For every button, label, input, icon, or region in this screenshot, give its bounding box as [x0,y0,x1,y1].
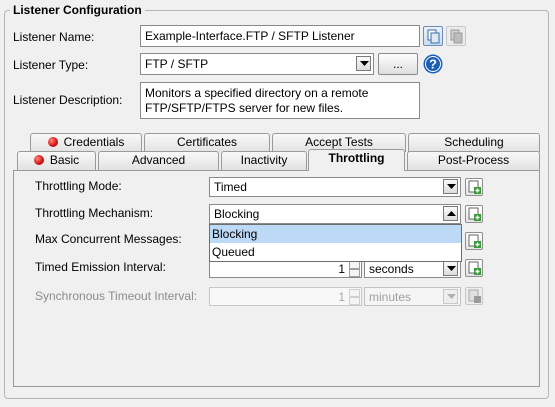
tab-advanced[interactable]: Advanced [98,151,219,170]
throttling-mechanism-variable-button[interactable] [465,205,483,223]
timed-emission-variable-button[interactable] [465,259,483,277]
chevron-down-icon [356,56,371,71]
throttling-mode-value: Timed [214,180,247,194]
sync-timeout-stepper[interactable]: 1 [209,287,362,306]
max-concurrent-label: Max Concurrent Messages: [35,232,182,246]
listener-type-select[interactable]: FTP / SFTP [140,53,374,75]
stepper-up-icon[interactable] [349,289,360,297]
dropdown-option-queued[interactable]: Queued [210,243,461,261]
sync-timeout-unit-value: minutes [369,290,412,304]
stepper-down-icon[interactable] [349,269,360,277]
error-icon [33,155,44,165]
tab-post-process[interactable]: Post-Process [407,151,540,170]
throttling-mechanism-dropdown: Blocking Queued [209,224,462,262]
listener-name-label: Listener Name: [13,30,95,44]
chevron-up-icon [443,206,458,221]
listener-name-field[interactable]: Example-Interface.FTP / SFTP Listener [140,25,420,47]
tab-credentials[interactable]: Credentials [30,133,142,152]
error-icon [47,137,58,147]
sync-timeout-label: Synchronous Timeout Interval: [35,289,198,303]
throttling-panel [13,170,540,387]
copy-button[interactable] [423,26,443,46]
listener-type-label: Listener Type: [13,58,89,72]
timed-emission-label: Timed Emission Interval: [35,260,166,274]
dropdown-option-blocking[interactable]: Blocking [210,225,461,243]
sync-timeout-variable-button[interactable] [465,287,483,305]
tab-inactivity[interactable]: Inactivity [221,151,307,170]
throttling-mechanism-value: Blocking [214,207,260,221]
stepper-up-icon[interactable] [349,261,360,269]
throttling-mode-label: Throttling Mode: [35,179,122,193]
listener-description-field[interactable]: Monitors a specified directory on a remo… [140,82,420,119]
chevron-down-icon [443,261,458,276]
timed-emission-value: 1 [338,262,345,276]
paste-button[interactable] [446,26,466,46]
sync-timeout-value: 1 [338,290,345,304]
section-title: Listener Configuration [10,3,145,17]
tab-scheduling[interactable]: Scheduling [408,133,540,152]
help-icon[interactable]: ? [423,54,443,74]
browse-listener-type-button[interactable]: ... [378,53,418,75]
chevron-down-icon [443,289,458,304]
throttling-mechanism-label: Throttling Mechanism: [35,206,154,220]
tab-certificates[interactable]: Certificates [144,133,270,152]
throttling-mode-variable-button[interactable] [465,178,483,196]
stepper-down-icon[interactable] [349,297,360,305]
chevron-down-icon [443,179,458,194]
throttling-mechanism-select[interactable]: Blocking [209,204,461,224]
tab-throttling[interactable]: Throttling [308,149,405,171]
listener-type-value: FTP / SFTP [145,57,209,71]
tab-basic[interactable]: Basic [17,151,96,170]
max-concurrent-variable-button[interactable] [465,232,483,250]
sync-timeout-unit-select[interactable]: minutes [364,287,461,306]
svg-text:?: ? [429,57,437,72]
throttling-mode-select[interactable]: Timed [209,177,461,197]
timed-emission-unit-value: seconds [369,262,414,276]
listener-description-label: Listener Description: [13,93,123,107]
